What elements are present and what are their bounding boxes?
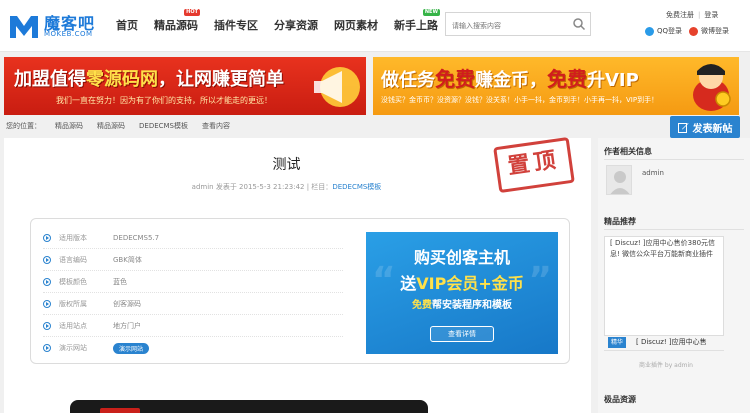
preview-image [70, 400, 428, 413]
new-post-label: 发表新帖 [692, 123, 733, 135]
megaphone-icon [314, 67, 360, 107]
new-badge: NEW [422, 9, 440, 16]
info-row: 语言编码 GBK简体 [43, 249, 343, 271]
nav-item-plugins[interactable]: 插件专区 [206, 0, 266, 52]
logo-subtext: MOKEB.COM [44, 30, 93, 38]
play-icon [43, 277, 51, 286]
banner-join-title: 加盟值得零源码网，让网赚更简单 [14, 69, 284, 90]
main-nav: 首页 精品源码 HOT 插件专区 分享资源 网页素材 新手上路 NEW [108, 0, 446, 52]
article-category-link[interactable]: DEDECMS模板 [332, 183, 381, 191]
divider [604, 159, 744, 160]
weibo-login-link[interactable]: 微博登录 [701, 26, 729, 36]
nav-item-materials[interactable]: 网页素材 [326, 0, 386, 52]
recommend-title-link[interactable]: [ Discuz! ]应用中心售 [636, 337, 707, 347]
ad-details-button[interactable]: 查看详情 [430, 326, 494, 342]
info-row: 演示网站 演示网站 [43, 337, 343, 359]
nav-item-source-code[interactable]: 精品源码 HOT [146, 0, 206, 52]
logo-icon [10, 16, 38, 38]
ad-offer: 送VIP会员+金币 [400, 274, 524, 293]
info-row: 版权所属 创客源码 [43, 293, 343, 315]
breadcrumb-item[interactable]: 精品源码 [97, 121, 139, 131]
info-row: 模板颜色 蓝色 [43, 271, 343, 293]
search-box [445, 12, 591, 37]
article-meta: admin 发表于 2015-5-3 21:23:42 | 栏目：DEDECMS… [191, 183, 382, 191]
breadcrumb: 您的位置： 精品源码 精品源码 DEDECMS模板 查看内容 [0, 116, 750, 136]
weibo-icon [689, 26, 699, 36]
banner-join-subtitle: 我们一直在努力！因为有了你们的支持，所以才能走的更远！ [56, 96, 272, 105]
play-icon [43, 255, 51, 264]
breadcrumb-item[interactable]: 精品源码 [55, 121, 97, 131]
divider [604, 350, 724, 351]
play-icon [43, 321, 51, 330]
site-logo[interactable]: 魔客吧 MOKEB.COM [8, 10, 100, 42]
article-panel: 测试 admin 发表于 2015-5-3 21:23:42 | 栏目：DEDE… [4, 136, 591, 413]
banner-tasks-subtitle: 没钱买？金币币？没资源？没钱？没关系！小手一抖，金币到手！小手再一抖，VIP到手… [381, 96, 659, 104]
template-info-box: 适用版本 DEDECMS5.7 语言编码 GBK简体 模板颜色 蓝色 版权所属 创客源码… [30, 218, 570, 364]
register-link[interactable]: 免费注册 [666, 11, 694, 19]
search-input[interactable] [446, 15, 564, 37]
resources-section-title: 极品资源 [604, 395, 636, 404]
nav-item-home[interactable]: 首页 [108, 0, 146, 52]
banner-tasks[interactable]: 做任务免费赚金币，免费升VIP 没钱买？金币币？没资源？没钱？没关系！小手一抖，… [373, 57, 739, 115]
qq-login-link[interactable]: QQ登录 [657, 26, 682, 36]
new-post-button[interactable]: 发表新帖 [670, 116, 740, 138]
sidebar: 作者相关信息 admin 精品推荐 [ Discuz! ]应用中心售价380元信… [598, 138, 750, 413]
info-row: 适用站点 地方门户 [43, 315, 343, 337]
banner-join[interactable]: 加盟值得零源码网，让网赚更简单 我们一直在努力！因为有了你们的支持，所以才能走的… [4, 57, 366, 115]
edit-icon [677, 122, 688, 133]
recommend-section-title: 精品推荐 [604, 217, 636, 226]
play-icon [43, 233, 51, 242]
banner-tasks-title: 做任务免费赚金币，免费升VIP [381, 67, 639, 91]
hosting-ad[interactable]: “ ” 购买创客主机 送VIP会员+金币 免费帮安装程序和模板 查看详情 [366, 232, 558, 354]
nav-item-share[interactable]: 分享资源 [266, 0, 326, 52]
avatar[interactable] [606, 165, 632, 195]
article-title: 测试 [272, 157, 301, 173]
breadcrumb-item-current: 查看内容 [202, 122, 230, 130]
info-row: 适用版本 DEDECMS5.7 [43, 227, 343, 249]
essence-badge: 精华 [608, 337, 627, 348]
ad-detail: 免费帮安装程序和模板 [412, 300, 512, 311]
nav-item-beginners[interactable]: 新手上路 NEW [386, 0, 446, 52]
social-login: QQ登录 微博登录 [645, 26, 729, 36]
user-icon [610, 171, 630, 194]
breadcrumb-label: 您的位置： [6, 122, 41, 130]
recommend-description[interactable]: [ Discuz! ]应用中心售价380元信息! 微信公众平台万能新商业插件 [610, 238, 722, 260]
play-icon [43, 299, 51, 308]
mascot-icon [693, 64, 731, 111]
login-link[interactable]: 登录 [704, 11, 718, 19]
author-section-title: 作者相关信息 [604, 147, 652, 156]
site-header: 魔客吧 MOKEB.COM 首页 精品源码 HOT 插件专区 分享资源 网页素材 … [0, 0, 750, 52]
recommend-byline: 商业插件 by admin [639, 362, 693, 369]
breadcrumb-item[interactable]: DEDECMS模板 [139, 121, 202, 131]
divider [604, 229, 744, 230]
author-name[interactable]: admin [642, 169, 664, 177]
demo-site-button[interactable]: 演示网站 [113, 342, 150, 354]
account-links: 免费注册 | 登录 [666, 11, 719, 19]
qq-icon [645, 26, 654, 36]
ad-headline: 购买创客主机 [413, 248, 510, 267]
hot-badge: HOT [184, 9, 200, 16]
search-icon[interactable] [572, 17, 586, 31]
play-icon [43, 344, 51, 352]
